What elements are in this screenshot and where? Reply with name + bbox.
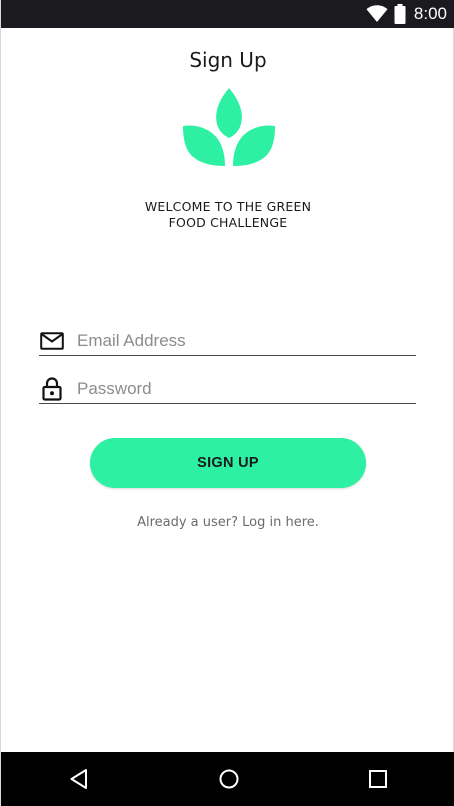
page-title: Sign Up (189, 48, 267, 72)
status-bar: 8:00 (1, 0, 454, 28)
password-field[interactable] (39, 374, 416, 404)
wifi-icon (366, 5, 388, 23)
sign-up-screen: 8:00 Sign Up WELCOME TO THE GREEN FOOD C… (0, 0, 454, 806)
lock-icon (39, 376, 65, 402)
leaf-logo-icon (181, 86, 277, 170)
welcome-line-1: WELCOME TO THE GREEN (144, 199, 312, 214)
mail-icon (39, 328, 65, 354)
navigation-bar (1, 752, 454, 806)
status-time: 8:00 (413, 4, 447, 23)
welcome-text: WELCOME TO THE GREEN FOOD CHALLENGE (1, 199, 454, 231)
password-input[interactable] (77, 375, 397, 402)
back-icon[interactable] (66, 766, 92, 792)
sign-up-button[interactable]: SIGN UP (90, 438, 366, 488)
email-input[interactable] (77, 327, 397, 354)
battery-icon (394, 4, 406, 24)
login-link[interactable]: Already a user? Log in here. (1, 515, 454, 530)
home-icon[interactable] (216, 766, 242, 792)
welcome-line-2: FOOD CHALLENGE (168, 215, 288, 230)
recents-icon[interactable] (365, 766, 391, 792)
email-field[interactable] (39, 326, 416, 356)
